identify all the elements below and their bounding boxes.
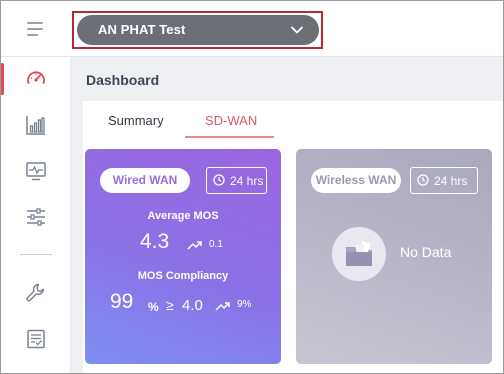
trend-up-icon (215, 302, 230, 311)
dashboard-panel: Summary SD-WAN Wired WAN 24 hrs Average … (83, 101, 503, 373)
top-bar: AN PHAT Test (1, 1, 503, 57)
sidebar (1, 57, 71, 373)
empty-folder-icon (346, 241, 372, 266)
wireless-wan-card[interactable]: Wireless WAN 24 hrs No Data (296, 149, 492, 364)
active-tab-indicator (185, 136, 274, 138)
sidebar-item-analytics[interactable] (1, 105, 71, 145)
no-data-label: No Data (400, 244, 452, 260)
app-window: AN PHAT Test Dashboard Summary SD-WAN Wi… (0, 0, 504, 374)
main-area: Dashboard Summary SD-WAN Wired WAN 24 hr… (71, 57, 503, 373)
mos-compliancy-label: MOS Compliancy (137, 270, 229, 282)
sidebar-item-settings[interactable] (1, 197, 71, 237)
tab-summary[interactable]: Summary (108, 113, 164, 128)
mos-compliancy-value: 99 (110, 290, 134, 313)
average-mos-value: 4.3 (140, 230, 170, 253)
sliders-icon (27, 208, 45, 226)
no-data-illustration (332, 227, 386, 281)
dashboard-gauge-icon (27, 71, 45, 84)
clock-icon (417, 174, 429, 186)
sidebar-item-reports[interactable] (1, 319, 71, 359)
sidebar-item-dashboard[interactable] (1, 59, 71, 99)
clock-icon (213, 174, 225, 186)
site-selector-value: AN PHAT Test (98, 22, 186, 37)
average-mos-delta: 0.1 (209, 239, 223, 250)
wired-time-range-button[interactable]: 24 hrs (206, 167, 267, 194)
tab-sd-wan[interactable]: SD-WAN (205, 113, 257, 128)
time-range-label: 24 hrs (434, 174, 468, 188)
mos-compliancy-comparator: ≥ (166, 297, 174, 313)
chevron-down-icon (291, 26, 303, 34)
wireless-wan-badge: Wireless WAN (311, 168, 401, 193)
mos-compliancy-threshold: 4.0 (182, 297, 203, 314)
time-range-label: 24 hrs (230, 174, 264, 188)
site-selector-dropdown[interactable]: AN PHAT Test (77, 15, 319, 45)
mos-compliancy-delta: 9% (237, 299, 252, 310)
average-mos-label: Average MOS (147, 210, 219, 222)
hamburger-menu-icon[interactable] (27, 22, 47, 38)
sidebar-item-tools[interactable] (1, 273, 71, 313)
mos-compliancy-unit: % (148, 300, 159, 314)
checklist-report-icon (27, 329, 45, 349)
sidebar-divider (20, 254, 52, 255)
bar-chart-icon (26, 116, 45, 135)
sidebar-item-monitor[interactable] (1, 151, 71, 191)
trend-up-icon (187, 241, 202, 250)
page-title: Dashboard (86, 72, 160, 88)
wrench-icon (26, 283, 44, 302)
wireless-time-range-button[interactable]: 24 hrs (410, 167, 478, 194)
wired-wan-badge: Wired WAN (100, 168, 190, 193)
monitor-pulse-icon (26, 162, 46, 181)
wired-wan-card[interactable]: Wired WAN 24 hrs Average MOS 4.3 0.1 MOS… (85, 149, 281, 364)
